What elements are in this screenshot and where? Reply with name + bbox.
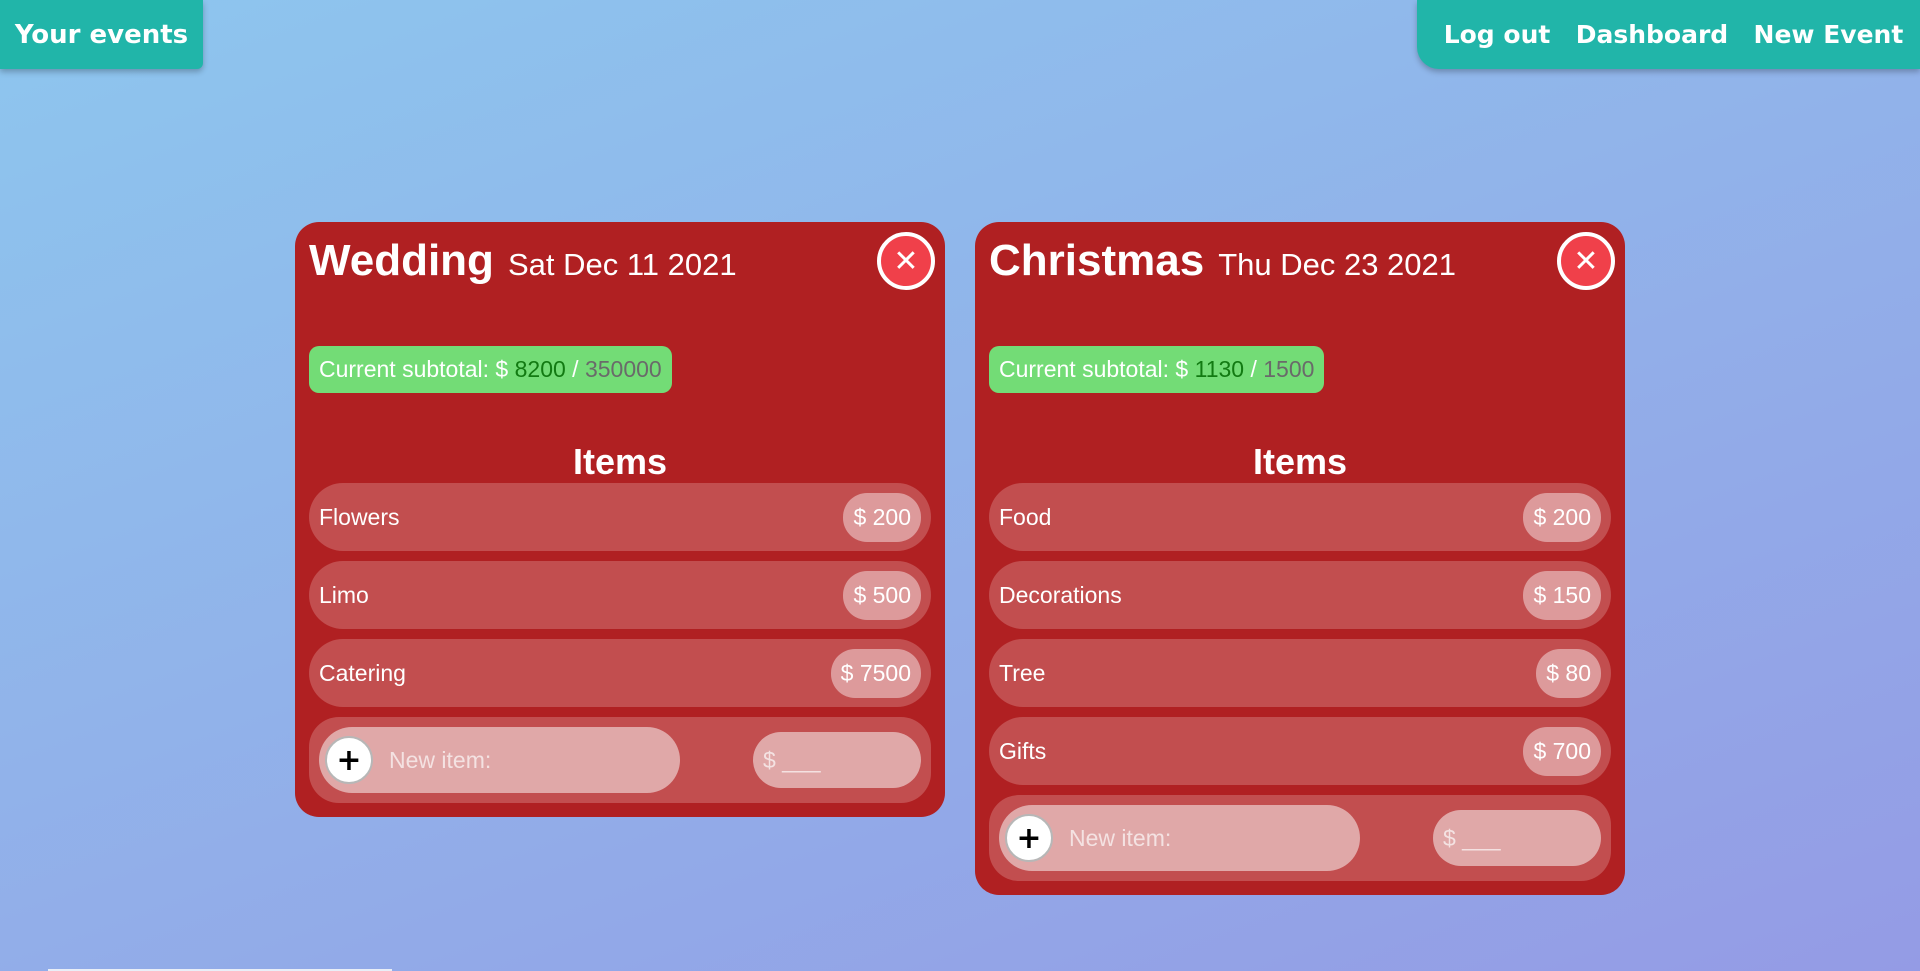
plus-icon: +: [1016, 820, 1042, 856]
item-row[interactable]: Decorations $ 150: [989, 561, 1611, 629]
event-header: Wedding Sat Dec 11 2021: [309, 236, 931, 296]
new-item-price-field: [753, 732, 921, 788]
close-icon: ✕: [1573, 243, 1599, 279]
item-price: $ 80: [1536, 648, 1601, 698]
your-events-nav[interactable]: Your events: [0, 0, 203, 69]
item-row[interactable]: Flowers $ 200: [309, 483, 931, 551]
subtotal-badge: Current subtotal: $ 8200 / 350000: [309, 346, 672, 393]
item-name: Tree: [999, 659, 1046, 686]
subtotal-label: Current subtotal: $: [999, 356, 1189, 382]
event-header: Christmas Thu Dec 23 2021: [989, 236, 1611, 296]
items-heading: Items: [1252, 441, 1348, 482]
subtotal-current: 8200: [514, 356, 566, 382]
subtotal-separator: /: [1250, 356, 1257, 382]
new-item-name-input[interactable]: [1069, 824, 1329, 852]
delete-event-button[interactable]: ✕: [1557, 232, 1615, 290]
event-card: Christmas Thu Dec 23 2021 ✕ Current subt…: [975, 222, 1625, 895]
item-price: $ 150: [1523, 570, 1601, 620]
event-card: Wedding Sat Dec 11 2021 ✕ Current subtot…: [295, 222, 945, 817]
item-price: $ 500: [843, 570, 921, 620]
event-cards: Wedding Sat Dec 11 2021 ✕ Current subtot…: [295, 222, 1625, 895]
new-item-price-input[interactable]: [763, 746, 913, 774]
item-row[interactable]: Gifts $ 700: [989, 717, 1611, 785]
item-price: $ 700: [1523, 726, 1601, 776]
item-name: Gifts: [999, 737, 1047, 764]
logout-link[interactable]: Log out: [1444, 20, 1551, 49]
item-price: $ 200: [1523, 492, 1601, 542]
event-title: Wedding: [309, 236, 494, 285]
item-name: Flowers: [319, 503, 400, 530]
new-item-price-input[interactable]: [1443, 824, 1593, 852]
new-item-row: +: [989, 795, 1611, 881]
subtotal-label: Current subtotal: $: [319, 356, 509, 382]
top-nav: Log out Dashboard New Event: [1417, 0, 1920, 69]
item-name: Food: [999, 503, 1052, 530]
item-name: Decorations: [999, 581, 1122, 608]
item-row[interactable]: Food $ 200: [989, 483, 1611, 551]
new-event-link[interactable]: New Event: [1754, 20, 1904, 49]
new-item-name-field: +: [319, 727, 680, 793]
new-item-price-field: [1433, 810, 1601, 866]
items-heading: Items: [572, 441, 668, 482]
new-item-name-field: +: [999, 805, 1360, 871]
subtotal-badge: Current subtotal: $ 1130 / 1500: [989, 346, 1325, 393]
subtotal-budget: 350000: [584, 356, 662, 382]
event-date: Sat Dec 11 2021: [507, 247, 737, 282]
item-row[interactable]: Tree $ 80: [989, 639, 1611, 707]
item-row[interactable]: Limo $ 500: [309, 561, 931, 629]
subtotal-separator: /: [572, 356, 579, 382]
add-item-button[interactable]: +: [325, 736, 373, 784]
your-events-label[interactable]: Your events: [15, 20, 188, 50]
close-icon: ✕: [893, 243, 919, 279]
item-name: Limo: [319, 581, 369, 608]
item-row[interactable]: Catering $ 7500: [309, 639, 931, 707]
delete-event-button[interactable]: ✕: [877, 232, 935, 290]
add-item-button[interactable]: +: [1005, 814, 1053, 862]
dashboard-link[interactable]: Dashboard: [1576, 20, 1728, 49]
plus-icon: +: [336, 742, 362, 778]
event-title: Christmas: [989, 236, 1205, 285]
new-item-row: +: [309, 717, 931, 803]
subtotal-current: 1130: [1194, 356, 1245, 382]
item-name: Catering: [319, 659, 406, 686]
item-price: $ 7500: [830, 648, 921, 698]
event-date: Thu Dec 23 2021: [1218, 247, 1457, 282]
item-price: $ 200: [843, 492, 921, 542]
subtotal-budget: 1500: [1263, 356, 1315, 382]
new-item-name-input[interactable]: [389, 746, 649, 774]
